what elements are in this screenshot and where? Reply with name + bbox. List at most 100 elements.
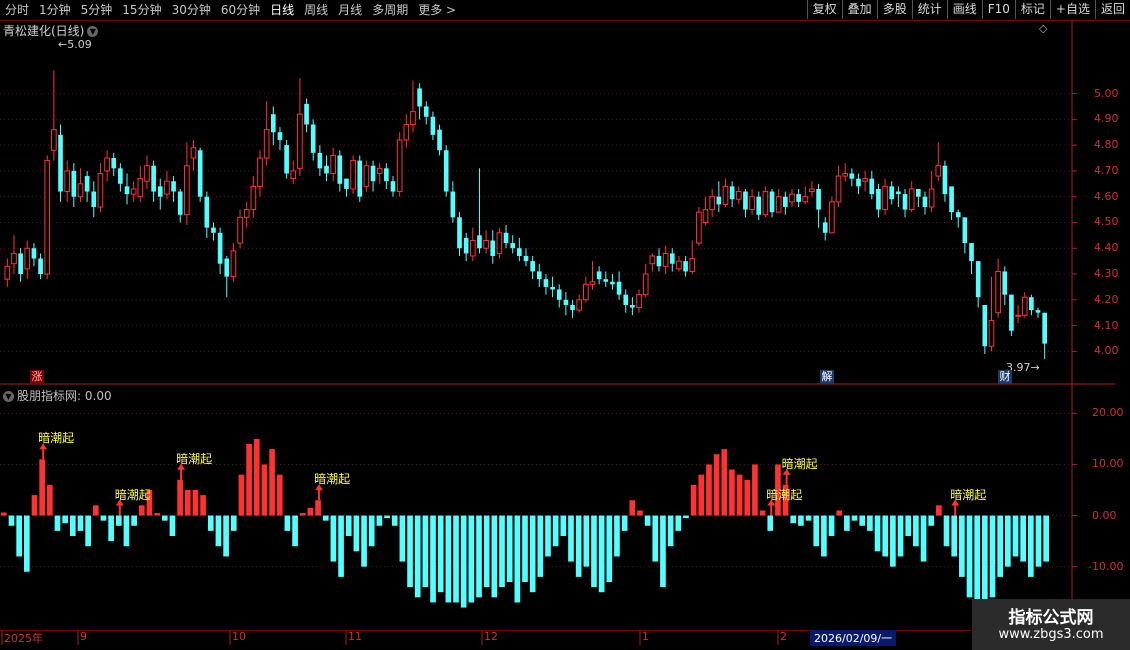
indicator-bar — [874, 515, 881, 552]
candle-body — [842, 172, 849, 177]
candle-body — [716, 196, 722, 205]
price-tick-label: 4.80 — [1094, 138, 1119, 152]
diamond-icon[interactable]: ◇ — [1039, 22, 1047, 35]
candle-body — [796, 194, 801, 202]
candle-body — [1021, 296, 1028, 316]
candle-body — [822, 222, 828, 233]
candle-body — [1015, 314, 1021, 317]
indicator-bar — [238, 474, 245, 516]
candle-body — [71, 170, 77, 197]
candle-body — [270, 114, 276, 133]
candle-body — [104, 157, 110, 172]
high-price-label: ←5.09 — [58, 38, 92, 51]
price-tick-label: 4.10 — [1094, 318, 1119, 332]
indicator-bar — [299, 513, 306, 516]
chart-title-text: 青松建化(日线) — [3, 24, 85, 38]
indicator-value: : 0.00 — [77, 389, 112, 403]
candle-body — [862, 178, 868, 182]
indicator-bar — [959, 515, 965, 577]
candle-body — [483, 240, 489, 249]
candle-body — [51, 129, 57, 151]
candle-body — [982, 304, 988, 347]
candle-body — [230, 250, 237, 278]
indicator-bar — [790, 515, 797, 524]
indicator-bar — [368, 515, 375, 547]
candle-body — [190, 147, 197, 159]
candle-body — [297, 113, 303, 169]
chevron-down-icon[interactable]: ▼ — [87, 26, 99, 37]
chart-canvas[interactable] — [0, 0, 1130, 650]
indicator-bar — [836, 510, 843, 516]
candle-body — [376, 167, 383, 174]
indicator-bar — [16, 515, 22, 557]
indicator-bar — [54, 515, 61, 531]
indicator-bar — [154, 513, 160, 516]
candle-body — [304, 103, 309, 125]
indicator-bar — [200, 495, 206, 516]
signal-label: 暗潮起 — [114, 487, 151, 502]
candle-body — [130, 188, 137, 195]
candle-body — [696, 211, 702, 244]
indicator-bar — [1012, 515, 1019, 557]
indicator-title[interactable]: ▼ 股朋指标网: 0.00 — [3, 387, 112, 404]
candle-body — [596, 271, 602, 280]
candle-body — [735, 191, 742, 200]
indicator-bar — [928, 515, 935, 526]
candle-body — [84, 176, 90, 192]
indicator-bar — [698, 474, 705, 516]
indicator-bar — [644, 515, 651, 526]
candle-body — [477, 235, 482, 249]
candle-body — [802, 196, 809, 203]
candle-body — [1035, 310, 1041, 313]
candle-body — [669, 253, 675, 264]
candle-body — [469, 240, 476, 257]
signal-label: 暗潮起 — [314, 472, 351, 487]
candle-body — [330, 154, 336, 174]
watermark-title: 指标公式网 — [1008, 608, 1094, 628]
candle-body — [457, 217, 462, 249]
candle-body — [370, 165, 376, 182]
indicator-bar — [499, 515, 505, 588]
candle-body — [849, 173, 855, 179]
price-tick-label: 4.00 — [1094, 344, 1119, 358]
chart-title[interactable]: 青松建化(日线) ▼ — [3, 22, 99, 39]
candle-body — [729, 186, 735, 200]
indicator-bar — [721, 449, 728, 516]
x-tick-label: 10 — [232, 630, 246, 643]
candle-body — [58, 134, 63, 192]
candle-body — [350, 160, 356, 190]
indicator-name: 股朋指标网 — [17, 389, 78, 403]
event-marker-cai[interactable]: 财 — [998, 370, 1012, 384]
candle-body — [124, 186, 130, 195]
indicator-bar — [514, 515, 521, 603]
candle-body — [530, 261, 535, 272]
indicator-bar — [583, 515, 590, 567]
candle-body — [896, 191, 901, 195]
candle-body — [856, 178, 861, 187]
chevron-down-icon[interactable]: ▼ — [3, 391, 14, 402]
candle-body — [962, 217, 968, 244]
indicator-bar — [476, 515, 482, 598]
candle-body — [217, 232, 223, 264]
indicator-bar — [62, 515, 68, 524]
candle-body — [44, 160, 51, 275]
indicator-bar — [483, 515, 490, 588]
indicator-bar — [23, 515, 30, 572]
indicator-tick-label: -10.00 — [1088, 559, 1124, 573]
indicator-bar — [545, 515, 551, 557]
indicator-bar — [621, 515, 628, 531]
indicator-bar — [69, 515, 76, 536]
price-tick-label: 4.90 — [1094, 112, 1119, 126]
indicator-bar — [177, 479, 183, 516]
indicator-bar — [1, 512, 7, 516]
event-marker-jie[interactable]: 解 — [820, 370, 834, 384]
candle-body — [969, 243, 974, 262]
indicator-bar — [798, 515, 804, 526]
candle-body — [829, 201, 835, 234]
indicator-bar — [391, 515, 398, 526]
indicator-bar — [652, 515, 659, 562]
x-tick-label: 9 — [80, 630, 87, 643]
event-marker-zhang[interactable]: 涨 — [30, 370, 44, 384]
indicator-bar — [890, 515, 896, 567]
indicator-bar — [460, 515, 467, 608]
